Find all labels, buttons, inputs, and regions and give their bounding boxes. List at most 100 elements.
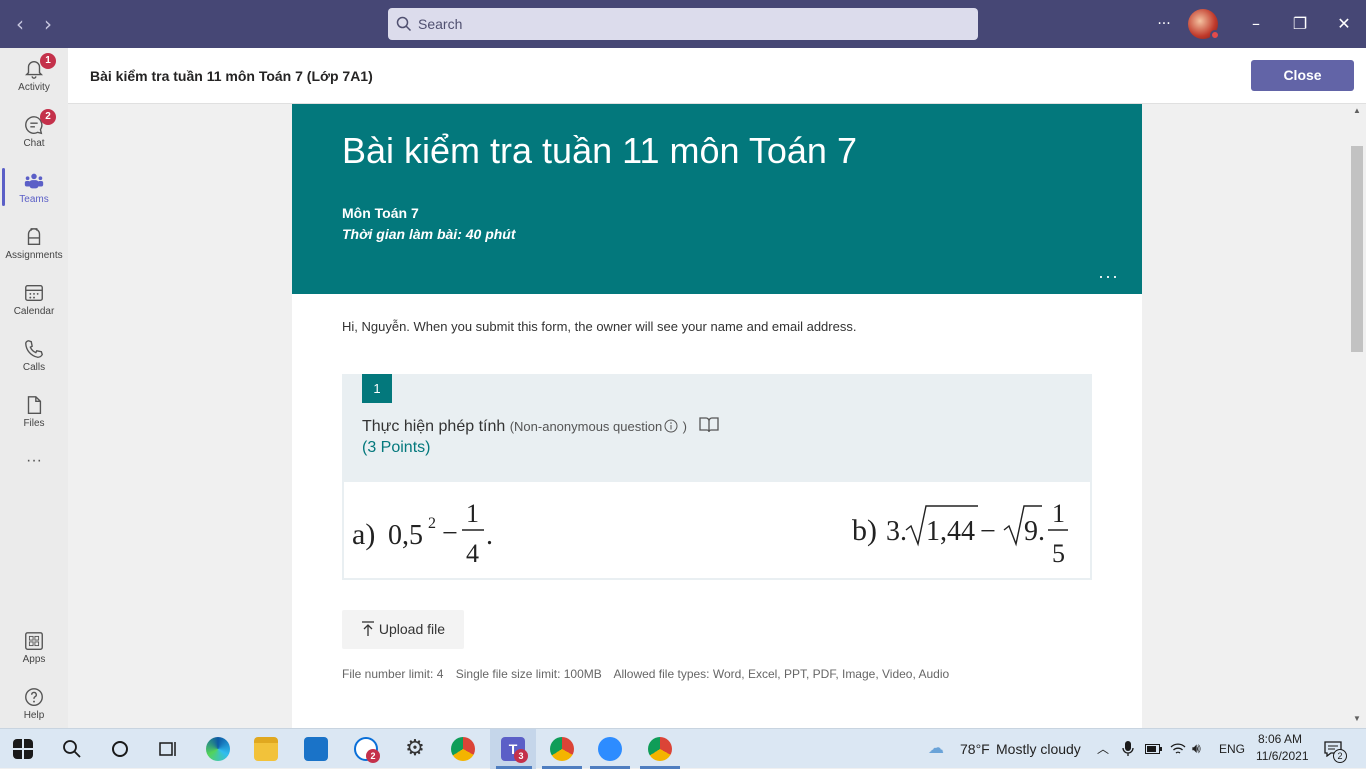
file-explorer-icon[interactable] [254, 737, 278, 761]
task-view-icon[interactable] [156, 737, 180, 761]
more-apps-ellipsis[interactable]: ··· [0, 452, 68, 508]
more-options-icon[interactable]: ··· [1152, 12, 1176, 36]
language-indicator[interactable]: ENG [1219, 729, 1245, 769]
clock-date: 11/6/2021 [1256, 749, 1309, 763]
rail-item-teams[interactable]: Teams [0, 160, 68, 216]
windows-start-icon[interactable] [13, 739, 33, 759]
close-window-icon[interactable]: ✕ [1332, 12, 1356, 36]
rail-label: Assignments [5, 250, 63, 261]
math-expression: a) 0,5 2 − 1 4 . b) 3. 1,44 − 9. 1 5 [352, 499, 1068, 568]
page-title: Bài kiểm tra tuần 11 môn Toán 7 (Lớp 7A1… [90, 68, 373, 84]
volume-icon[interactable]: 🔊︎ [1192, 729, 1201, 769]
form-more-icon[interactable]: ··· [1098, 266, 1119, 287]
question-note-end: ) [682, 419, 687, 434]
rail-item-calendar[interactable]: Calendar [0, 272, 68, 328]
upload-limits: File number limit: 4 Single file size li… [342, 667, 958, 681]
rail-label: Help [23, 710, 45, 721]
tray-chevron-icon[interactable]: ︿ [1097, 729, 1109, 769]
upload-icon [361, 621, 374, 636]
calendar-icon [25, 284, 43, 302]
info-icon[interactable] [664, 419, 678, 433]
upload-file-button[interactable]: Upload file [342, 610, 464, 649]
activity-badge: 1 [40, 53, 56, 69]
notification-count: 2 [1333, 749, 1347, 763]
svg-text:−: − [442, 518, 458, 549]
rail-item-assignments[interactable]: Assignments [0, 216, 68, 272]
teams-icon [24, 173, 44, 189]
search-taskbar-icon[interactable] [60, 737, 84, 761]
rail-item-help[interactable]: Help [0, 676, 68, 732]
back-arrow-icon[interactable]: ‹ [8, 12, 32, 36]
chrome-icon[interactable] [451, 737, 475, 761]
phone-icon [25, 340, 43, 358]
question-note: (Non-anonymous question [509, 419, 663, 434]
svg-text:−: − [980, 516, 996, 547]
rail-item-activity[interactable]: Activity 1 [0, 48, 68, 104]
rail-label: Chat [23, 138, 45, 149]
svg-text:9.: 9. [1024, 516, 1045, 547]
rail-item-calls[interactable]: Calls [0, 328, 68, 384]
settings-icon[interactable]: ⚙ [403, 737, 427, 761]
svg-text:1,44: 1,44 [926, 516, 975, 547]
clock-time: 8:06 AM [1257, 732, 1303, 746]
apps-icon [25, 632, 43, 650]
question-title: Thực hiện phép tính (Non-anonymous quest… [362, 416, 720, 436]
form-duration: Thời gian làm bài: 40 phút [342, 226, 516, 242]
scroll-up-icon[interactable]: ▲ [1353, 106, 1361, 115]
maximize-icon[interactable]: ❐ [1288, 12, 1312, 36]
search-placeholder: Search [418, 16, 463, 32]
rail-item-chat[interactable]: Chat 2 [0, 104, 68, 160]
svg-text:2: 2 [428, 515, 436, 532]
svg-text:1: 1 [1052, 499, 1065, 528]
app-rail: Activity 1 Chat 2 Teams Assignments Cale… [0, 48, 68, 728]
scroll-down-icon[interactable]: ▼ [1353, 714, 1361, 723]
form-subject: Môn Toán 7 [342, 205, 419, 221]
rail-label: Files [23, 418, 45, 429]
svg-text:3.: 3. [886, 516, 907, 547]
file-types-limit: Allowed file types: Word, Excel, PPT, PD… [613, 667, 950, 681]
minimize-icon[interactable]: – [1244, 12, 1268, 36]
svg-text:4: 4 [466, 539, 479, 568]
mail-icon[interactable] [304, 737, 328, 761]
help-icon [25, 688, 43, 706]
upload-label: Upload file [378, 621, 446, 637]
form-title: Bài kiểm tra tuần 11 môn Toán 7 [342, 130, 857, 171]
file-count-limit: File number limit: 4 [342, 667, 444, 681]
immersive-reader-icon[interactable] [699, 416, 720, 434]
form-viewport: Bài kiểm tra tuần 11 môn Toán 7 Môn Toán… [68, 104, 1350, 728]
zoom-icon[interactable] [598, 737, 622, 761]
question-card: 1 Thực hiện phép tính (Non-anonymous que… [342, 374, 1092, 580]
clock[interactable]: 8:06 AM 11/6/2021 [1256, 732, 1309, 763]
teams-taskbar-badge: 3 [514, 749, 528, 763]
rail-item-apps[interactable]: Apps [0, 620, 68, 676]
part-b-label: b) [852, 514, 877, 547]
chrome-profile2-icon[interactable] [648, 737, 672, 761]
chat-badge: 2 [40, 109, 56, 125]
close-button[interactable]: Close [1251, 60, 1354, 91]
part-a-label: a) [352, 518, 375, 551]
cortana-icon[interactable] [108, 737, 132, 761]
file-size-limit: Single file size limit: 100MB [455, 667, 602, 681]
chrome-profile-icon[interactable] [550, 737, 574, 761]
weather-text[interactable]: Mostly cloudy [996, 729, 1081, 769]
edge-icon[interactable] [206, 737, 230, 761]
wifi-icon[interactable] [1170, 741, 1186, 757]
scrollbar-thumb[interactable] [1351, 146, 1363, 352]
weather-icon[interactable]: ☁ [928, 729, 944, 769]
forward-arrow-icon[interactable]: › [36, 12, 60, 36]
form-card: Bài kiểm tra tuần 11 môn Toán 7 Môn Toán… [292, 104, 1142, 728]
search-input[interactable]: Search [388, 8, 978, 40]
battery-icon[interactable] [1145, 743, 1163, 755]
zalo-badge: 2 [366, 749, 380, 763]
rail-label: Calendar [13, 306, 55, 317]
search-icon [396, 16, 412, 32]
question-number: 1 [362, 374, 392, 403]
weather-temp[interactable]: 78°F [960, 729, 990, 769]
rail-item-files[interactable]: Files [0, 384, 68, 440]
microphone-icon[interactable] [1122, 741, 1134, 757]
form-banner: Bài kiểm tra tuần 11 môn Toán 7 Môn Toán… [292, 104, 1142, 294]
rail-label: Calls [22, 362, 46, 373]
rail-label: Activity [18, 82, 50, 93]
question-text: Thực hiện phép tính [362, 418, 506, 435]
svg-text:.: . [486, 520, 493, 551]
